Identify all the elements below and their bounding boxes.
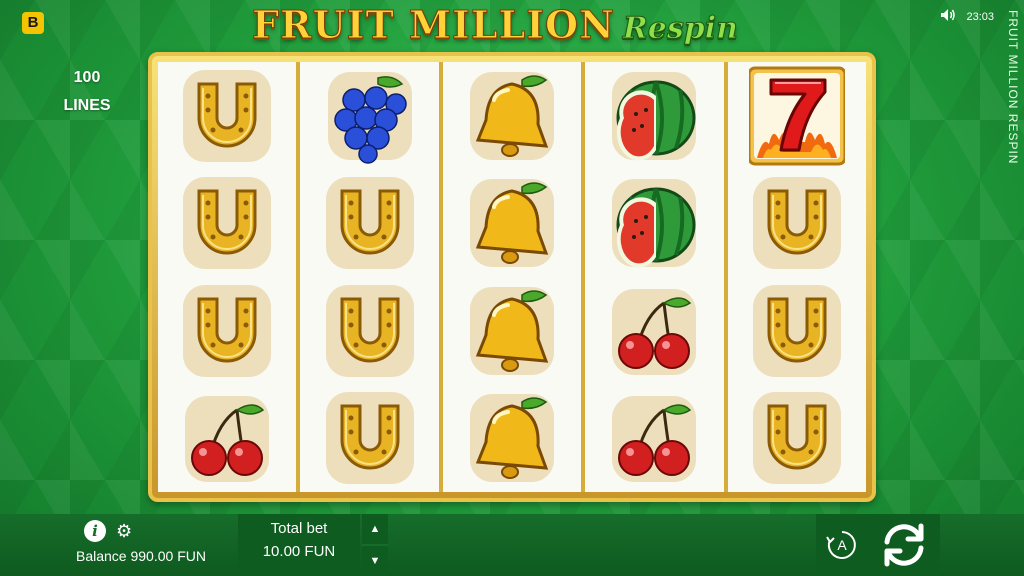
watermelon-icon — [585, 62, 723, 170]
reel-5 — [727, 62, 867, 493]
autoplay-icon: A — [825, 531, 856, 559]
bet-increase-button[interactable]: ▲ — [362, 514, 388, 546]
game-title: FRUIT MILLION Respin — [252, 2, 739, 54]
bet-stepper: ▲ ▼ — [362, 514, 388, 576]
status-area: 23:03 — [940, 8, 994, 25]
bell-icon — [443, 277, 581, 385]
bell-icon — [443, 385, 581, 493]
bottom-control-bar: i ⚙ Balance 990.00 FUN Total bet 10.00 F… — [0, 514, 1024, 576]
paylines-indicator: 100 LINES — [52, 64, 122, 120]
paylines-label: LINES — [63, 97, 111, 114]
reels-grid — [158, 62, 867, 493]
reel-2 — [300, 62, 439, 493]
seven-icon — [728, 62, 866, 170]
arrow-up-icon: ▲ — [369, 523, 381, 535]
balance-area: i ⚙ Balance 990.00 FUN — [76, 520, 236, 564]
total-bet-box: Total bet 10.00 FUN — [238, 514, 360, 576]
autoplay-button[interactable]: A — [825, 528, 859, 562]
info-icon[interactable]: i — [84, 520, 106, 542]
game-title-sub: Respin — [622, 11, 738, 47]
autoplay-label: A — [837, 537, 847, 553]
spin-button[interactable] — [876, 517, 932, 573]
play-controls: A — [816, 514, 940, 576]
horseshoe-icon — [728, 170, 866, 278]
brand-logo: B — [22, 12, 44, 34]
horseshoe-icon — [300, 170, 438, 278]
horseshoe-icon — [728, 385, 866, 493]
horseshoe-icon — [300, 385, 438, 493]
bell-icon — [443, 170, 581, 278]
cherry-icon — [585, 277, 723, 385]
cherry-icon — [585, 385, 723, 493]
cherry-icon — [158, 385, 296, 493]
horseshoe-icon — [728, 277, 866, 385]
bet-decrease-button[interactable]: ▼ — [362, 546, 388, 576]
watermelon-icon — [585, 170, 723, 278]
reel-1 — [158, 62, 297, 493]
total-bet-label: Total bet — [270, 520, 328, 537]
vertical-game-title: FRUIT MILLION RESPIN — [1006, 10, 1020, 165]
horseshoe-icon — [300, 277, 438, 385]
game-title-main: FRUIT MILLION — [252, 2, 615, 48]
balance-value: 990.00 FUN — [130, 548, 206, 564]
total-bet-value: 10.00 FUN — [262, 543, 336, 560]
horseshoe-icon — [158, 62, 296, 170]
speaker-icon[interactable] — [940, 8, 956, 25]
spin-arrows-icon — [884, 523, 923, 567]
arrow-down-icon: ▼ — [369, 555, 381, 567]
paylines-count: 100 — [73, 69, 101, 86]
balance-display: Balance 990.00 FUN — [76, 548, 236, 564]
gear-icon[interactable]: ⚙ — [116, 520, 132, 542]
grapes-icon — [300, 62, 438, 170]
balance-label: Balance — [76, 548, 127, 564]
reels-frame — [148, 52, 876, 502]
reel-3 — [442, 62, 582, 493]
horseshoe-icon — [158, 170, 296, 278]
reel-4 — [585, 62, 724, 493]
horseshoe-icon — [158, 277, 296, 385]
clock-time: 23:03 — [966, 10, 994, 23]
bell-icon — [443, 62, 581, 170]
